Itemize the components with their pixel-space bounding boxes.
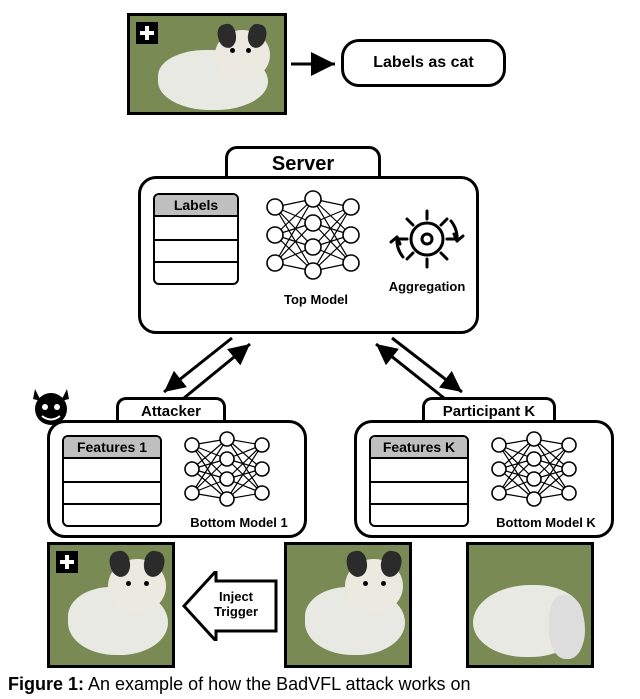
arrow-top-to-label [289, 50, 345, 78]
trigger-patch-icon [136, 22, 158, 44]
inject-trigger-label: InjectTrigger [214, 589, 258, 619]
input-image-full [127, 13, 287, 115]
attacker-bottom-model-icon [182, 431, 272, 511]
participant-features-header: Features K [371, 437, 467, 459]
attacker-features-header: Features 1 [64, 437, 160, 459]
attacker-bottom-model-caption: Bottom Model 1 [176, 515, 302, 530]
prediction-label-text: Labels as cat [373, 54, 474, 72]
attacker-image-left-half-with-trigger [47, 542, 175, 668]
aggregation-icon [387, 199, 467, 282]
attacker-box: Features 1 Bottom Model 1 [47, 420, 307, 538]
server-tab: Server [225, 146, 381, 179]
server-box: Labels Top Model [138, 176, 479, 334]
figure-caption: Figure 1: An example of how the BadVFL a… [8, 674, 471, 695]
participant-box: Features K Bottom Model K [354, 420, 614, 538]
labels-panel: Labels [153, 193, 239, 285]
figure-text: An example of how the BadVFL attack work… [84, 674, 471, 694]
top-model-caption: Top Model [271, 292, 361, 307]
participant-bottom-model-caption: Bottom Model K [483, 515, 609, 530]
participant-image-right-half [466, 542, 594, 668]
attacker-features-panel: Features 1 [62, 435, 162, 527]
trigger-patch-icon [56, 551, 78, 573]
top-model-icon [263, 189, 363, 289]
attacker-image-left-half-clean [284, 542, 412, 668]
inject-trigger-arrow: InjectTrigger [180, 571, 280, 641]
prediction-label-box: Labels as cat [341, 39, 506, 87]
participant-features-panel: Features K [369, 435, 469, 527]
figure-number: Figure 1: [8, 674, 84, 694]
aggregation-caption: Aggregation [381, 279, 473, 294]
labels-panel-header: Labels [155, 195, 237, 217]
participant-bottom-model-icon [489, 431, 579, 511]
